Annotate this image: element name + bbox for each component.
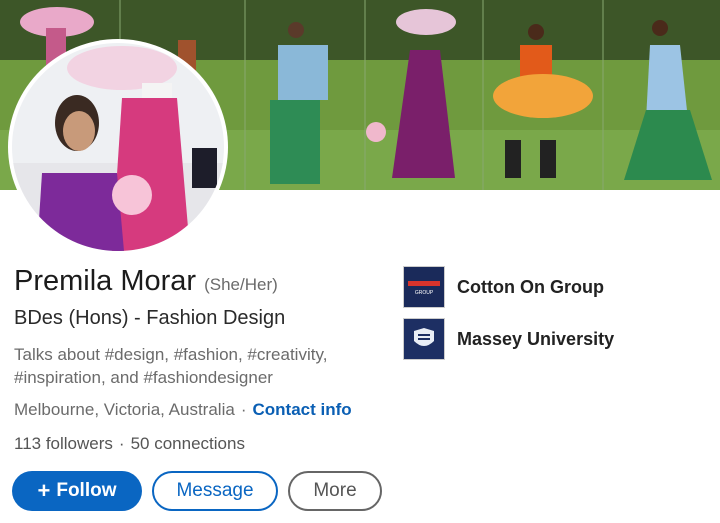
contact-info-link[interactable]: Contact info (252, 400, 351, 420)
avatar-photo (12, 43, 224, 251)
location-row: Melbourne, Victoria, Australia · Contact… (14, 400, 352, 420)
location-separator: · (240, 400, 247, 419)
more-label: More (313, 480, 357, 501)
follow-label: Follow (56, 480, 117, 501)
profile-name: Premila Morar (14, 265, 197, 297)
action-buttons: + Follow Message More (12, 471, 382, 511)
plus-icon: + (37, 478, 51, 503)
cotton-on-logo-text: GROUP (415, 290, 434, 296)
more-button[interactable]: More (288, 471, 382, 511)
message-button[interactable]: Message (152, 471, 278, 511)
stats-separator: · (118, 434, 125, 453)
connections-count[interactable]: 50 connections (131, 434, 245, 454)
stats-row: 113 followers · 50 connections (14, 434, 245, 454)
org-cotton-on[interactable]: GROUP Cotton On Group (403, 266, 604, 308)
org-name: Cotton On Group (457, 276, 604, 297)
message-label: Message (176, 480, 254, 501)
profile-pronouns: (She/Her) (204, 275, 278, 294)
cotton-on-logo-icon: GROUP (403, 266, 445, 308)
followers-count: 113 followers (14, 434, 113, 453)
follow-button[interactable]: + Follow (12, 471, 142, 511)
org-massey[interactable]: Massey University (403, 318, 614, 360)
massey-crest-icon (403, 318, 445, 360)
profile-location: Melbourne, Victoria, Australia (14, 400, 235, 419)
profile-talks-about: Talks about #design, #fashion, #creativi… (14, 345, 328, 387)
org-name: Massey University (457, 328, 615, 349)
name-row: Premila Morar (She/Her) (14, 265, 278, 298)
profile-headline: BDes (Hons) - Fashion Design (14, 307, 286, 329)
profile-avatar[interactable] (12, 43, 224, 251)
